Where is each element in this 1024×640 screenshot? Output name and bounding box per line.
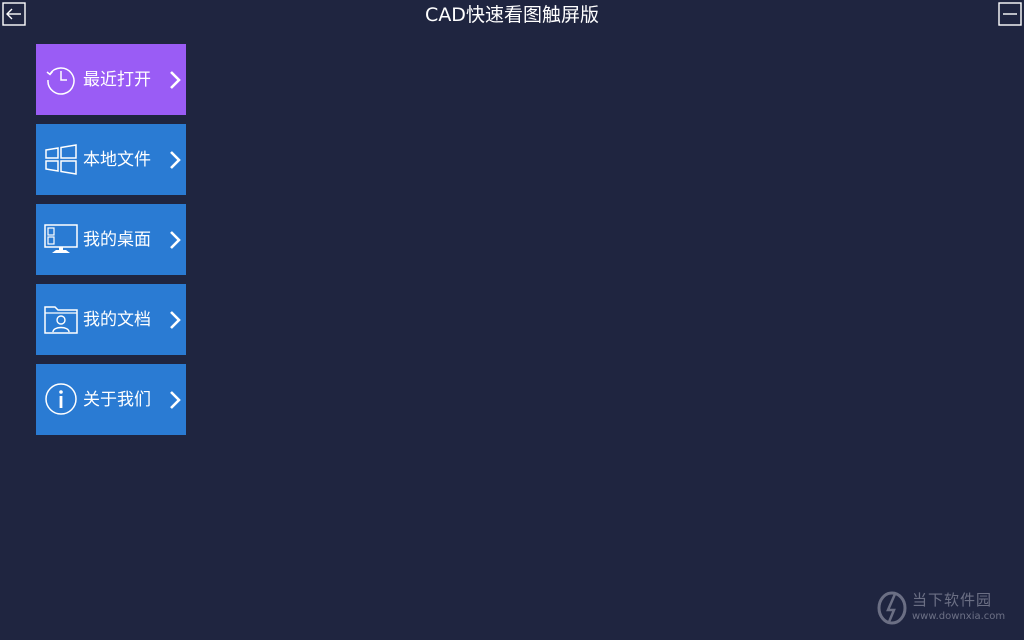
minimize-icon [998, 2, 1022, 26]
history-clock-icon [46, 67, 75, 95]
menu-item-desktop[interactable]: 我的桌面 [36, 204, 186, 275]
chevron-right-icon [170, 391, 181, 409]
menu-item-about[interactable]: 关于我们 [36, 364, 186, 435]
minimize-button[interactable] [998, 2, 1022, 26]
desktop-monitor-icon [44, 224, 78, 253]
title-bar: CAD快速看图触屏版 [0, 0, 1024, 30]
chevron-right-icon [170, 231, 181, 249]
user-folder-icon [44, 306, 78, 334]
menu-item-recent[interactable]: 最近打开 [36, 44, 186, 115]
main-menu: 最近打开 本地文件 我的桌面 我的文档 关于我们 [36, 44, 186, 444]
chevron-right-icon [170, 311, 181, 329]
app-window: CAD快速看图触屏版 最近打开 本地文件 我的桌面 我的文档 关于我们 当下软件… [0, 0, 1024, 640]
info-icon [45, 383, 77, 415]
watermark-name: 当下软件园 [912, 591, 993, 609]
menu-item-label: 最近打开 [83, 70, 151, 90]
menu-item-label: 本地文件 [83, 150, 151, 170]
window-title: CAD快速看图触屏版 [425, 4, 599, 26]
windows-icon [45, 144, 77, 175]
watermark: 当下软件园 www.downxia.com [876, 590, 1008, 626]
chevron-right-icon [170, 151, 181, 169]
chevron-right-icon [170, 71, 181, 89]
menu-item-label: 我的桌面 [83, 230, 151, 250]
menu-item-local-files[interactable]: 本地文件 [36, 124, 186, 195]
menu-item-label: 关于我们 [83, 390, 151, 410]
watermark-url: www.downxia.com [912, 611, 1006, 622]
menu-item-documents[interactable]: 我的文档 [36, 284, 186, 355]
menu-item-label: 我的文档 [83, 310, 151, 330]
downxia-logo-icon [877, 591, 907, 625]
